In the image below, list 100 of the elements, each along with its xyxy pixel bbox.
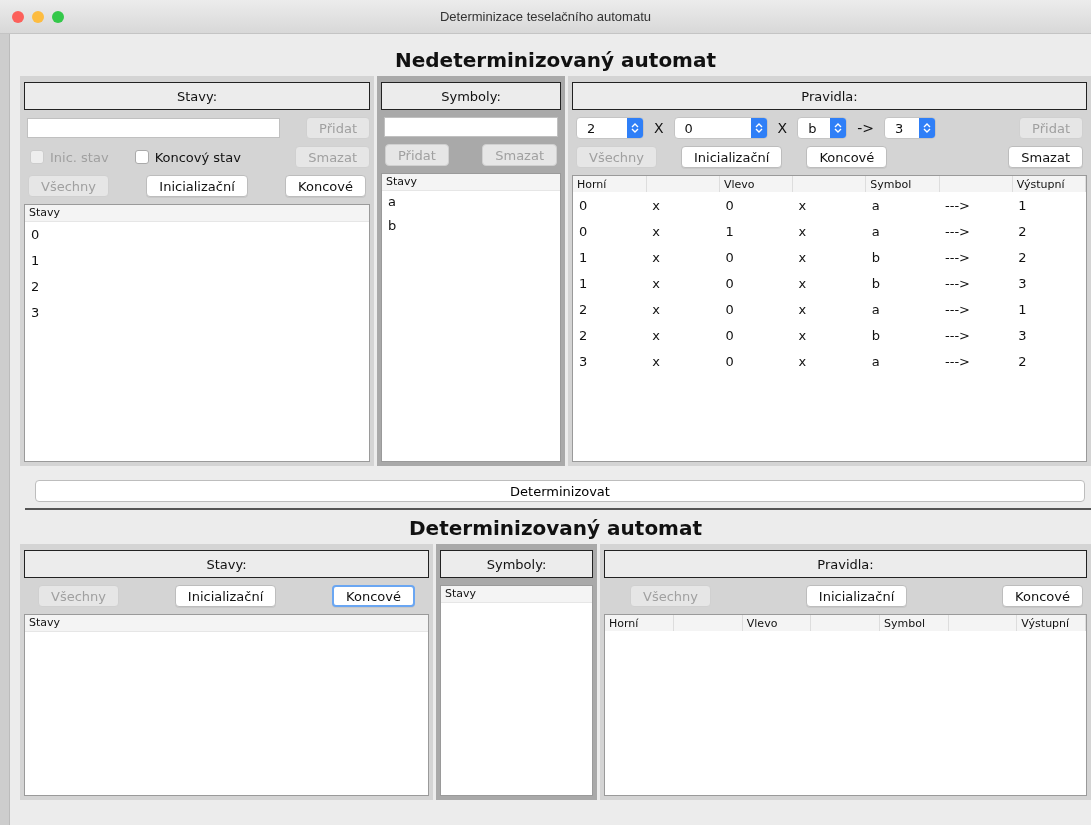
table-cell: 1 (725, 223, 734, 239)
table-cell: 3 (1018, 275, 1027, 291)
table-cell: a (871, 197, 880, 213)
initial-button[interactable]: Inicializační (174, 585, 277, 607)
table-cell: a (871, 301, 880, 317)
table-cell: 0 (725, 353, 734, 369)
group-title: Pravidla: (604, 550, 1087, 578)
list-item[interactable]: 1 (25, 248, 369, 274)
spinner[interactable]: 0 (673, 117, 768, 139)
group-title: Stavy: (24, 82, 370, 110)
table-cell: x (798, 353, 807, 369)
state-input-field[interactable] (27, 118, 281, 138)
table-cell: x (652, 249, 660, 265)
table-cell: 0 (579, 223, 588, 239)
list-box[interactable]: Stavy (24, 614, 429, 796)
table-cell: ---> (945, 275, 970, 291)
table-cell: 1 (1018, 197, 1027, 213)
list-box[interactable]: Stavy 0 1 2 3 (24, 204, 370, 462)
final-button[interactable]: Koncové (806, 146, 888, 168)
list-box[interactable]: Stavy (440, 585, 593, 796)
list-item[interactable]: 3 (25, 300, 369, 326)
table-cell: 2 (1018, 223, 1027, 239)
determinize-button[interactable]: Determinizovat (35, 480, 1085, 502)
table-cell: 0 (725, 275, 734, 291)
list-item[interactable]: a (382, 191, 560, 215)
list-header: Stavy (441, 586, 592, 603)
table-cell: 2 (579, 327, 588, 343)
list-item[interactable]: b (382, 215, 560, 239)
table-cell: 1 (1018, 301, 1027, 317)
table-cell: 3 (579, 353, 588, 369)
table-cell: x (798, 249, 807, 265)
table-cell: a (871, 353, 880, 369)
column-header[interactable]: Vlevo (719, 176, 793, 192)
delete-button[interactable]: Smazat (1008, 146, 1083, 168)
table-cell: x (652, 223, 660, 239)
final-button[interactable]: Koncové (285, 175, 366, 197)
column-header[interactable]: Výstupní (1016, 615, 1086, 631)
table-cell: x (798, 197, 807, 213)
table-cell: 0 (725, 197, 734, 213)
spinner[interactable]: 3 (884, 117, 936, 139)
rules-table[interactable]: Horní Vlevo Symbol Výstupní (604, 614, 1087, 796)
initial-button[interactable]: Inicializační (681, 146, 783, 168)
table-cell: x (798, 223, 807, 239)
table-cell: ---> (945, 223, 970, 239)
section-heading: Determinizovaný automat (409, 516, 702, 540)
table-cell: 1 (579, 275, 588, 291)
stepper-icon (631, 122, 639, 134)
column-header[interactable]: Horní (605, 615, 674, 631)
table-cell: x (652, 327, 660, 343)
list-header: Stavy (382, 174, 560, 191)
final-button[interactable]: Koncové (1002, 585, 1083, 607)
table-cell: x (798, 301, 807, 317)
table-cell: a (871, 223, 880, 239)
group-title: Symboly: (440, 550, 593, 578)
table-cell: ---> (945, 353, 970, 369)
column-header[interactable]: Horní (573, 176, 647, 192)
separator-text: X (776, 120, 789, 136)
table-cell: x (652, 197, 660, 213)
initial-button[interactable]: Inicializační (146, 175, 248, 197)
stepper-icon (923, 122, 931, 134)
separator-text: -> (856, 120, 875, 136)
symbol-input-field[interactable] (384, 117, 558, 137)
table-cell: ---> (945, 197, 970, 213)
column-header[interactable]: Výstupní (1012, 176, 1086, 192)
initial-button[interactable]: Inicializační (805, 585, 908, 607)
table-cell: 2 (1018, 249, 1027, 265)
window-title: Determinizace teselačního automatu (440, 9, 651, 24)
table-cell: 0 (725, 249, 734, 265)
final-button[interactable]: Koncové (332, 585, 415, 607)
table-cell: 0 (579, 197, 588, 213)
column-header[interactable]: Symbol (879, 615, 949, 631)
group-title: Pravidla: (572, 82, 1087, 110)
group-title: Stavy: (24, 550, 429, 578)
list-box[interactable]: Stavy a b (381, 173, 561, 462)
table-cell: x (798, 327, 807, 343)
section-heading: Nedeterminizovaný automat (394, 48, 716, 72)
group-title: Symboly: (381, 82, 561, 110)
table-cell: 1 (579, 249, 588, 265)
list-item[interactable]: 0 (25, 222, 369, 248)
stepper-icon (754, 122, 763, 134)
table-cell: 2 (579, 301, 588, 317)
table-cell: 0 (725, 301, 734, 317)
list-header: Stavy (25, 205, 369, 222)
table-cell: b (871, 275, 881, 291)
column-header[interactable]: Symbol (865, 176, 939, 192)
checkbox[interactable]: Koncový stav (134, 149, 241, 165)
spinner[interactable]: 2 (576, 117, 644, 139)
separator-text: X (653, 120, 665, 136)
close-button[interactable] (12, 10, 24, 23)
minimize-button[interactable] (32, 10, 44, 23)
spinner[interactable]: b (797, 117, 848, 139)
list-item[interactable]: 2 (25, 274, 369, 300)
column-header[interactable]: Vlevo (742, 615, 811, 631)
rules-table[interactable]: Horní Vlevo Symbol Výstupní 0 x 0 x a ---> 1 0 x 1 x a ---> 2 1 x 0 x b ---> 2 1 x 0 x b ---> 3 2 x 0 x a ---> 1 2 x 0 x b ---> 3 3 x 0 x a ---> 2 (572, 175, 1087, 462)
table-cell: b (871, 249, 881, 265)
zoom-button[interactable] (52, 10, 64, 23)
table-cell: 0 (725, 327, 734, 343)
table-cell: 2 (1018, 353, 1027, 369)
table-cell: x (652, 275, 660, 291)
table-cell: x (652, 301, 660, 317)
